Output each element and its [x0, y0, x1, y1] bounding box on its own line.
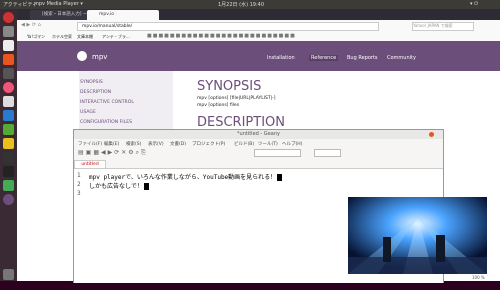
toolbar-goto-input[interactable]	[314, 149, 341, 157]
mpv-icon[interactable]	[3, 194, 14, 205]
text-editor-icon[interactable]	[3, 40, 14, 51]
document-icon[interactable]	[3, 96, 14, 107]
video-frame	[348, 197, 487, 274]
show-applications-icon[interactable]	[3, 269, 14, 280]
files-icon[interactable]	[3, 26, 14, 37]
bookmark-3[interactable]: 文庫本棚	[77, 34, 93, 40]
mpv-logo-icon[interactable]	[77, 51, 87, 61]
geany-menubar: ファイル(F) 編集(E) 検索(S) 表示(V) 文書(D) プロジェクト(P…	[74, 139, 443, 148]
synopsis-heading: SYNOPSIS	[197, 79, 262, 94]
close-icon[interactable]	[429, 132, 434, 137]
vivaldi-icon[interactable]	[3, 12, 14, 23]
synopsis-line-1: mpv [options] [file|URL|PLAYLIST|-]	[197, 96, 276, 101]
menu-search[interactable]: 検索(S)	[126, 141, 141, 147]
line-number: 1	[77, 172, 81, 179]
line-number: 2	[77, 181, 81, 188]
toolbar-icons[interactable]: ▤▣▦◀▶⟳✕⚙⌕⎘	[78, 149, 148, 157]
nav-installation[interactable]: Installation	[267, 55, 295, 61]
back-forward-icons[interactable]: ◀ ▶ ⟳ ⌂	[21, 22, 41, 28]
nav-community[interactable]: Community	[387, 55, 416, 61]
writer-icon[interactable]	[3, 110, 14, 121]
sidebar-item-configuration-files[interactable]: CONFIGURATION FILES	[80, 120, 132, 125]
clock[interactable]: 1月22日 (水) 19:40	[218, 1, 264, 8]
synopsis-line-2: mpv [options] files	[197, 103, 240, 108]
activities-button[interactable]: アクティビティ	[3, 1, 37, 8]
description-heading: DESCRIPTION	[197, 115, 285, 130]
menu-tools[interactable]: ツール(T)	[258, 141, 278, 147]
bookmark-2[interactable]: ホテル空家	[52, 34, 72, 40]
geany-toolbar: ▤▣▦◀▶⟳✕⚙⌕⎘	[74, 148, 443, 158]
editor-line[interactable]: mpv playerで、いろんな作業しながら、YouTube動画を見られる！	[89, 172, 283, 181]
tab-bar: [検索・日本語入力] 一文字... mpv.io	[17, 9, 500, 20]
brand[interactable]: mpv	[92, 53, 107, 61]
notes-icon[interactable]	[3, 180, 14, 191]
line-number: 3	[77, 190, 81, 197]
terminal-2-icon[interactable]	[3, 152, 14, 163]
menu-project[interactable]: プロジェクト(P)	[192, 141, 225, 147]
url-field[interactable]: mpv.io/manual/stable/	[77, 22, 379, 31]
zoom-level[interactable]: 100 %	[472, 275, 485, 280]
media-icon[interactable]	[3, 166, 14, 177]
launcher-dock	[0, 9, 17, 281]
geany-icon[interactable]	[3, 138, 14, 149]
nav-bug-reports[interactable]: Bug Reports	[347, 55, 378, 61]
nav-reference[interactable]: Reference	[309, 55, 339, 61]
menu-file[interactable]: ファイル(F)	[78, 141, 102, 147]
tab-mpv[interactable]: mpv.io	[87, 10, 159, 20]
software-center-icon[interactable]	[3, 54, 14, 65]
system-tray-icons[interactable]: ▾ ⏻	[470, 1, 478, 7]
system-top-bar: アクティビティ mpv Media Player ▾ 1月22日 (水) 19:…	[0, 0, 500, 9]
gimp-icon[interactable]	[3, 124, 14, 135]
app-icon[interactable]	[3, 82, 14, 93]
sidebar-item-synopsis[interactable]: SYNOPSIS	[80, 80, 103, 85]
toolbar-search-input[interactable]	[254, 149, 301, 157]
sidebar-item-description[interactable]: DESCRIPTION	[80, 90, 111, 95]
mpv-video-window[interactable]	[348, 197, 487, 274]
menu-edit[interactable]: 編集(E)	[104, 141, 119, 147]
ime-cursor	[277, 174, 283, 181]
search-field[interactable]: Yahoo! JAPAN で検索	[412, 22, 474, 31]
bookmark-1[interactable]: Ya!ゴマン	[27, 34, 45, 40]
app-menu[interactable]: mpv Media Player ▾	[34, 1, 83, 7]
menu-help[interactable]: ヘルプ(H)	[282, 141, 302, 147]
sidebar-item-usage[interactable]: USAGE	[80, 110, 96, 115]
mpv-site-header: mpv Installation Reference Bug Reports C…	[17, 41, 500, 71]
bookmark-4[interactable]: アンテ・ブラ…	[102, 34, 130, 40]
text-cursor	[143, 183, 149, 190]
editor-line[interactable]: しかも広告なしで！	[89, 181, 149, 190]
bookmark-icons[interactable]: ■■■■■■■■■■■■■■■■■■■■■■■■■■	[147, 33, 296, 39]
menu-view[interactable]: 表示(V)	[148, 141, 164, 147]
sidebar-item-interactive-control[interactable]: INTERACTIVE CONTROL	[80, 100, 134, 105]
menu-document[interactable]: 文書(D)	[170, 141, 186, 147]
terminal-icon[interactable]	[3, 68, 14, 79]
menu-build[interactable]: ビルド(B)	[234, 141, 254, 147]
geany-title: *untitled - Geany	[74, 130, 443, 139]
